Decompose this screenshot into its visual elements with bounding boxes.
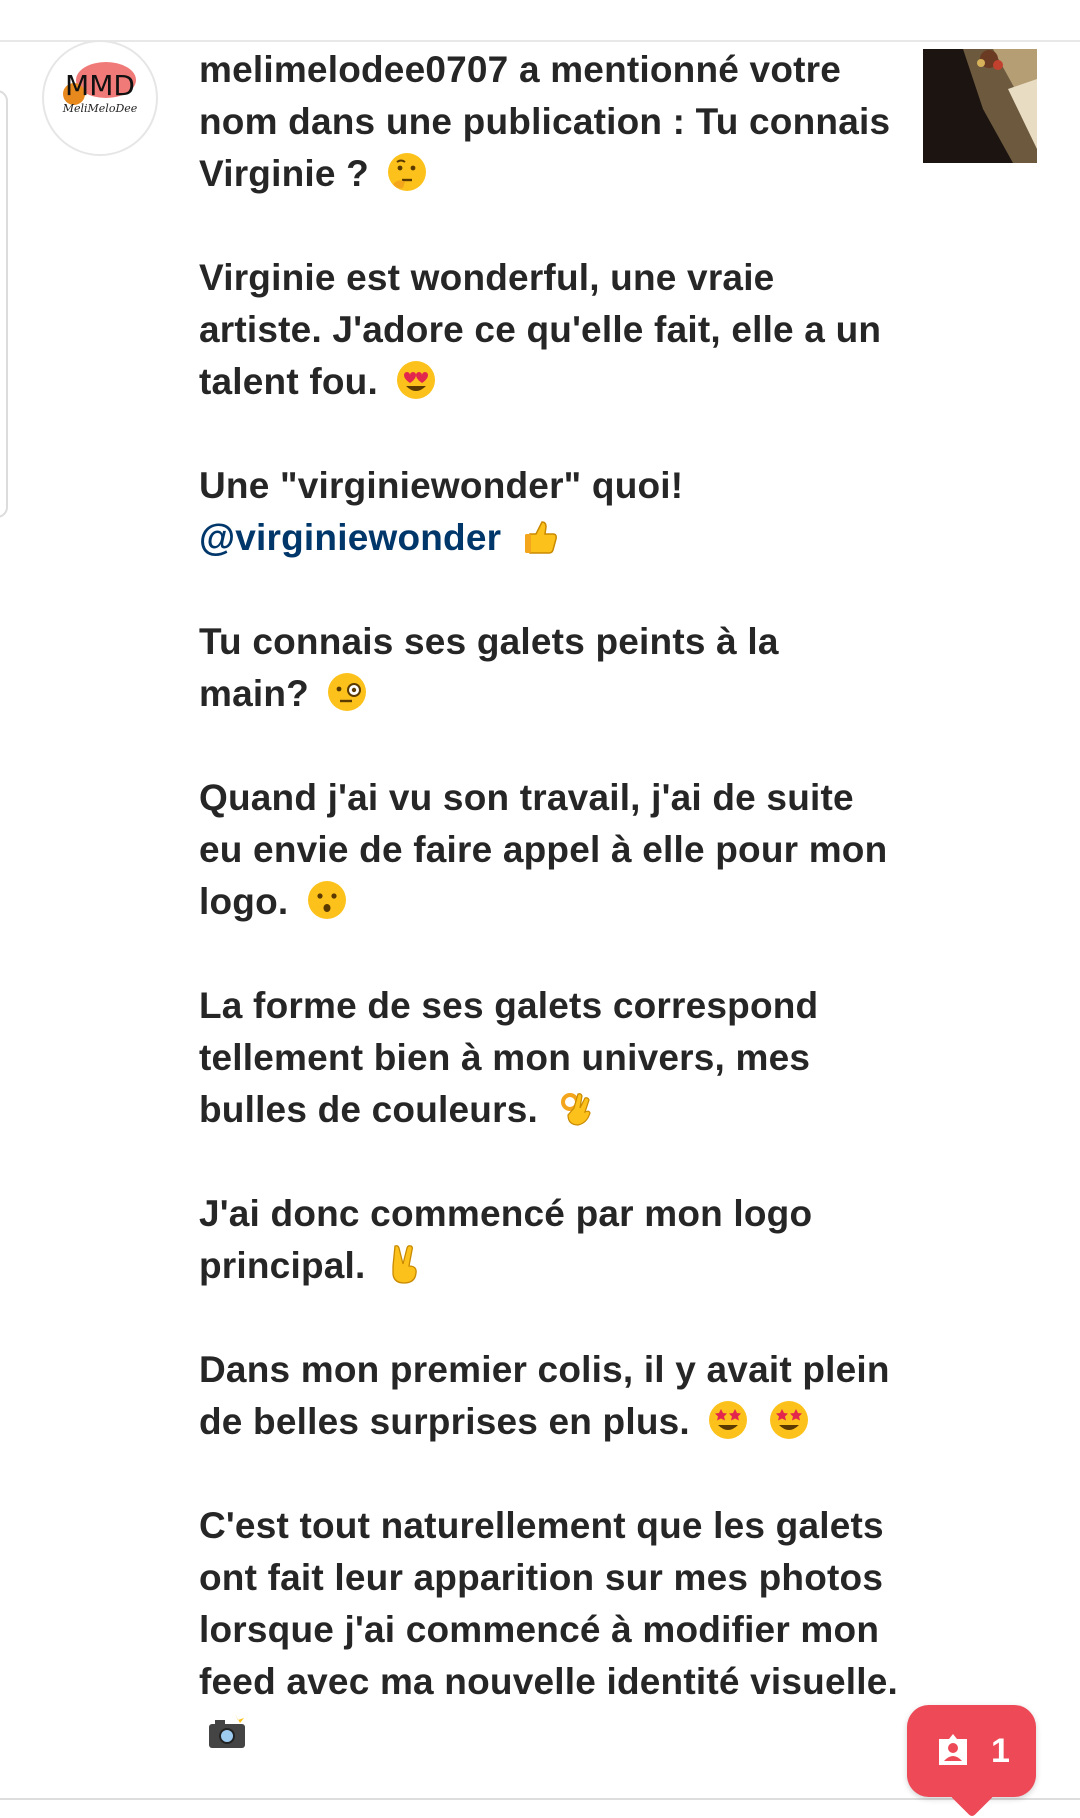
previous-card-edge[interactable] xyxy=(0,90,8,518)
paragraph-8: C'est tout naturellement que les galets … xyxy=(199,1500,899,1760)
star-struck-emoji-2 xyxy=(767,1398,811,1442)
paragraph-2: Une "virginiewonder" quoi! @virginiewond… xyxy=(199,460,899,564)
paragraph-7: Dans mon premier colis, il y avait plein… xyxy=(199,1344,899,1448)
paragraph-4-text: Quand j'ai vu son travail, j'ai de suite… xyxy=(199,777,888,922)
bottom-divider xyxy=(0,1798,1080,1800)
avatar-logo-subtext: MeliMeloDee xyxy=(62,102,138,115)
paragraph-5: La forme de ses galets correspond tellem… xyxy=(199,980,899,1136)
person-tag-icon xyxy=(933,1729,973,1774)
notification-body[interactable]: melimelodee0707 a mentionné votre nom da… xyxy=(199,44,899,1812)
paragraph-6: J'ai donc commencé par mon logo principa… xyxy=(199,1188,899,1292)
avatar[interactable]: MMD MeliMeloDee xyxy=(42,40,158,156)
camera-flash-emoji xyxy=(205,1710,249,1754)
thumbs-up-emoji xyxy=(518,514,562,558)
thinking-face-emoji xyxy=(385,150,429,194)
post-thumbnail[interactable] xyxy=(923,49,1037,163)
tag-activity-badge[interactable]: 1 xyxy=(907,1705,1036,1818)
paragraph-1: Virginie est wonderful, une vraie artist… xyxy=(199,252,899,408)
mention-link[interactable]: @virginiewonder xyxy=(199,517,501,558)
paragraph-3: Tu connais ses galets peints à la main? xyxy=(199,616,899,720)
victory-hand-emoji xyxy=(382,1242,426,1286)
badge-tail xyxy=(948,1772,995,1818)
avatar-logo-text: MMD xyxy=(65,69,135,102)
ok-hand-emoji xyxy=(554,1086,598,1130)
notification-heading: melimelodee0707 a mentionné votre nom da… xyxy=(199,44,899,200)
paragraph-6-text: J'ai donc commencé par mon logo principa… xyxy=(199,1193,813,1286)
paragraph-8-text: C'est tout naturellement que les galets … xyxy=(199,1505,898,1702)
paragraph-3-text: Tu connais ses galets peints à la main? xyxy=(199,621,779,714)
paragraph-1-text: Virginie est wonderful, une vraie artist… xyxy=(199,257,882,402)
paragraph-5-text: La forme de ses galets correspond tellem… xyxy=(199,985,819,1130)
paragraph-4: Quand j'ai vu son travail, j'ai de suite… xyxy=(199,772,899,928)
star-struck-emoji xyxy=(706,1398,750,1442)
top-divider xyxy=(0,40,1080,42)
paragraph-2-text: Une "virginiewonder" quoi! xyxy=(199,465,684,506)
badge-count: 1 xyxy=(991,1731,1010,1770)
monocle-emoji xyxy=(325,670,369,714)
heart-eyes-emoji xyxy=(394,358,438,402)
hushed-emoji xyxy=(305,878,349,922)
notification-username[interactable]: melimelodee0707 xyxy=(199,49,508,90)
